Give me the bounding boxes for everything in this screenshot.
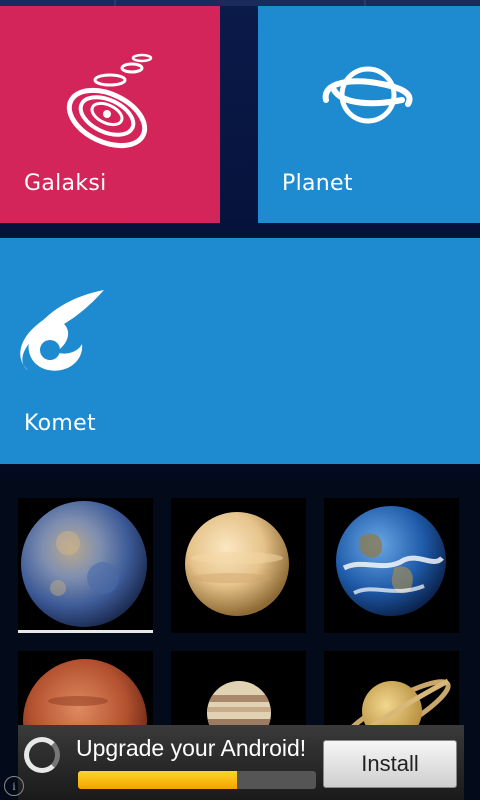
comet-icon (12, 286, 108, 380)
ad-banner[interactable]: Upgrade your Android! Install (18, 725, 464, 800)
mercury-thumb[interactable] (18, 498, 153, 633)
earth-thumb[interactable] (324, 498, 459, 633)
ad-title: Upgrade your Android! (76, 735, 307, 761)
info-icon[interactable]: i (4, 776, 24, 796)
ad-progress-fill (78, 771, 238, 789)
tile-galaksi[interactable]: Galaksi (0, 6, 220, 223)
venus-thumb[interactable] (171, 498, 306, 633)
install-button[interactable]: Install (323, 740, 457, 788)
tile-komet-label: Komet (24, 411, 96, 436)
planet-orbit-icon (322, 60, 414, 134)
ad-progress-bar (78, 771, 316, 789)
galaxy-icon (62, 50, 162, 154)
tile-planet-label: Planet (282, 171, 353, 196)
tile-planet[interactable]: Planet (258, 6, 480, 223)
spinner-icon (24, 737, 60, 773)
tile-galaksi-label: Galaksi (24, 171, 107, 196)
tile-komet[interactable]: Komet (0, 238, 480, 464)
